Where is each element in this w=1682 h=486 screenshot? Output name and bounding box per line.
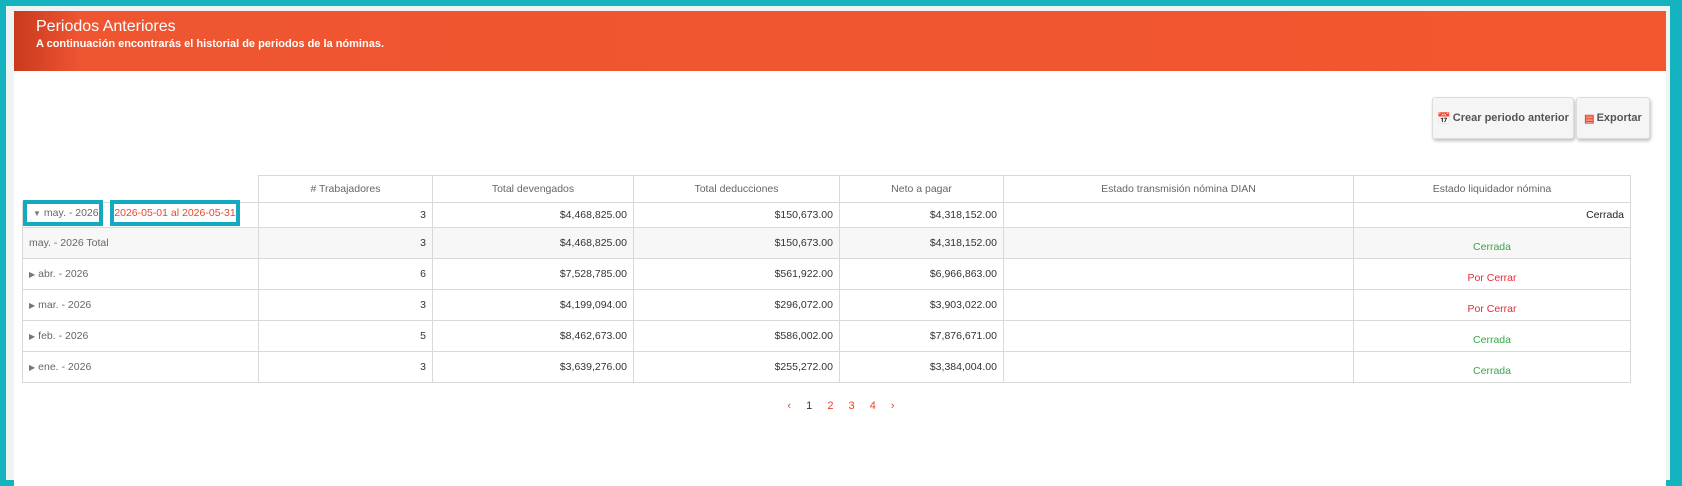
cell-devengados: $7,528,785.00 <box>432 258 634 290</box>
page-subtitle: A continuación encontrarás el historial … <box>36 38 384 50</box>
cell-deducciones: $150,673.00 <box>633 202 840 228</box>
caret-right-icon: ▶ <box>29 301 36 310</box>
cell-estado: Cerrada <box>1353 351 1631 383</box>
cell-dian <box>1003 289 1354 321</box>
month-label: mar. - 2026 <box>38 299 92 311</box>
total-label: may. - 2026 Total <box>22 227 259 259</box>
page-title: Periodos Anteriores <box>36 18 176 35</box>
month-label: feb. - 2026 <box>38 330 89 342</box>
period-range-link[interactable]: 2026-05-01 al 2026-05-31 <box>110 200 240 226</box>
periods-table-wrapper: # Trabajadores Total devengados Total de… <box>22 175 1631 383</box>
cell-neto: $7,876,671.00 <box>839 320 1004 352</box>
create-previous-period-label: Crear periodo anterior <box>1452 112 1569 124</box>
cell-neto: $3,903,022.00 <box>839 289 1004 321</box>
prev-page-button[interactable]: ‹ <box>787 400 791 412</box>
page-header: Periodos Anteriores A continuación encon… <box>14 11 1666 71</box>
cell-devengados: $8,462,673.00 <box>432 320 634 352</box>
month-label: ene. - 2026 <box>38 361 92 373</box>
caret-right-icon: ▶ <box>29 332 36 341</box>
cell-dian <box>1003 351 1354 383</box>
cell-deducciones: $561,922.00 <box>633 258 840 290</box>
calendar-icon: 📅 <box>1437 112 1451 125</box>
month-toggle[interactable]: ▼ may. - 2026 <box>23 200 103 226</box>
cell-trabajadores: 3 <box>258 289 433 321</box>
total-devengados: $4,468,825.00 <box>432 227 634 259</box>
cell-estado: Por Cerrar <box>1353 289 1631 321</box>
total-neto: $4,318,152.00 <box>839 227 1004 259</box>
table-row: ▶ mar. - 2026 3 $4,199,094.00 $296,072.00… <box>22 289 1631 321</box>
caret-down-icon: ▼ <box>33 208 41 218</box>
page-3-button[interactable]: 3 <box>849 400 855 412</box>
cell-deducciones: $255,272.00 <box>633 351 840 383</box>
table-header-row: # Trabajadores Total devengados Total de… <box>22 175 1631 203</box>
caret-right-icon: ▶ <box>29 270 36 279</box>
cell-estado: Por Cerrar <box>1353 258 1631 290</box>
cell-dian <box>1003 320 1354 352</box>
cell-trabajadores: 3 <box>258 202 433 228</box>
cell-devengados: $4,199,094.00 <box>432 289 634 321</box>
header-trabajadores[interactable]: # Trabajadores <box>258 175 433 203</box>
table-row: ▶ ene. - 2026 3 $3,639,276.00 $255,272.00… <box>22 351 1631 383</box>
total-trabajadores: 3 <box>258 227 433 259</box>
cell-deducciones: $296,072.00 <box>633 289 840 321</box>
export-button[interactable]: ▤ Exportar <box>1576 97 1650 139</box>
cell-neto: $6,966,863.00 <box>839 258 1004 290</box>
table-row: ▶ feb. - 2026 5 $8,462,673.00 $586,002.00… <box>22 320 1631 352</box>
cell-trabajadores: 6 <box>258 258 433 290</box>
cell-dian <box>1003 202 1354 228</box>
next-page-button[interactable]: › <box>891 400 895 412</box>
header-estado[interactable]: Estado liquidador nómina <box>1353 175 1631 203</box>
periods-table: # Trabajadores Total devengados Total de… <box>22 175 1631 383</box>
header-blank <box>22 175 259 203</box>
export-label: Exportar <box>1596 112 1642 124</box>
cell-neto: $4,318,152.00 <box>839 202 1004 228</box>
month-toggle[interactable]: ▶ feb. - 2026 <box>22 320 259 352</box>
header-devengados[interactable]: Total devengados <box>432 175 634 203</box>
cell-neto: $3,384,004.00 <box>839 351 1004 383</box>
month-label: abr. - 2026 <box>38 268 89 280</box>
header-deducciones[interactable]: Total deducciones <box>633 175 840 203</box>
cell-estado: Cerrada <box>1353 320 1631 352</box>
cell-estado: Cerrada <box>1353 202 1631 228</box>
pagination: ‹ 1 2 3 4 › <box>0 400 1682 412</box>
table-row: ▶ abr. - 2026 6 $7,528,785.00 $561,922.00… <box>22 258 1631 290</box>
header-dian[interactable]: Estado transmisión nómina DIAN <box>1003 175 1354 203</box>
header-neto[interactable]: Neto a pagar <box>839 175 1004 203</box>
table-row-expanded: ▼ may. - 2026 2026-05-01 al 2026-05-31 3… <box>22 200 1631 228</box>
cell-trabajadores: 3 <box>258 351 433 383</box>
cell-trabajadores: 5 <box>258 320 433 352</box>
caret-right-icon: ▶ <box>29 363 36 372</box>
page-4-button[interactable]: 4 <box>870 400 876 412</box>
document-icon: ▤ <box>1584 112 1595 125</box>
cell-dian <box>1003 258 1354 290</box>
expanded-month-cell: ▼ may. - 2026 2026-05-01 al 2026-05-31 <box>22 200 259 228</box>
total-estado: Cerrada <box>1353 227 1631 259</box>
page-2-button[interactable]: 2 <box>827 400 833 412</box>
table-row-total: may. - 2026 Total 3 $4,468,825.00 $150,6… <box>22 227 1631 259</box>
cell-deducciones: $586,002.00 <box>633 320 840 352</box>
cell-devengados: $4,468,825.00 <box>432 202 634 228</box>
total-dian <box>1003 227 1354 259</box>
page-1-button[interactable]: 1 <box>806 400 812 412</box>
total-deducciones: $150,673.00 <box>633 227 840 259</box>
month-label: may. - 2026 <box>43 207 99 219</box>
month-toggle[interactable]: ▶ abr. - 2026 <box>22 258 259 290</box>
month-toggle[interactable]: ▶ ene. - 2026 <box>22 351 259 383</box>
create-previous-period-button[interactable]: 📅 Crear periodo anterior <box>1432 97 1574 139</box>
cell-devengados: $3,639,276.00 <box>432 351 634 383</box>
month-toggle[interactable]: ▶ mar. - 2026 <box>22 289 259 321</box>
